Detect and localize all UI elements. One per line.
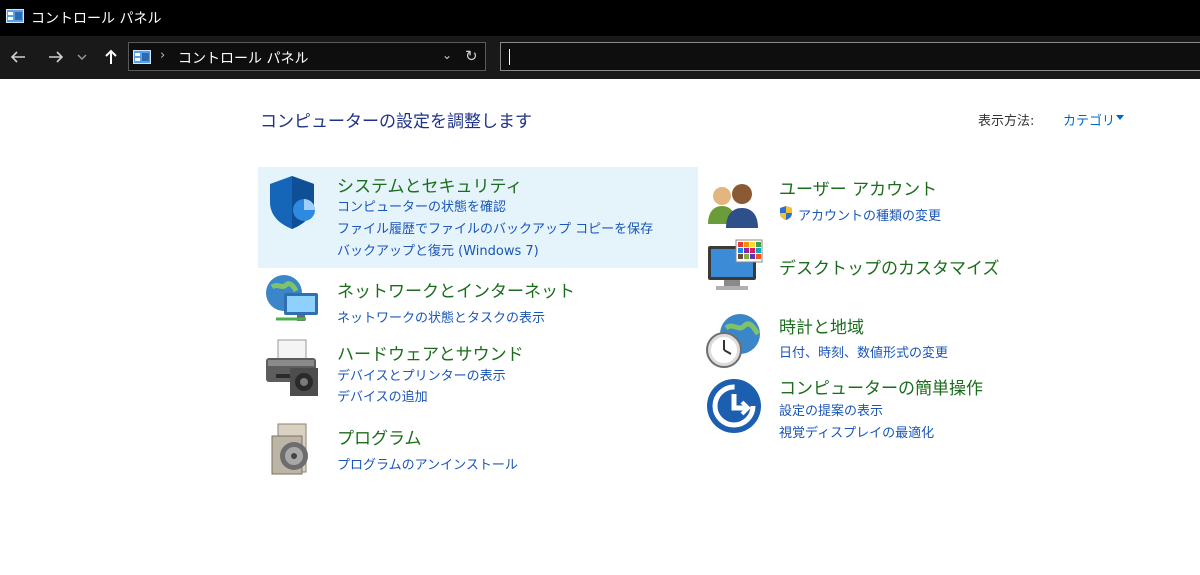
link-backup-restore[interactable]: バックアップと復元 (Windows 7)	[337, 240, 539, 259]
back-arrow-icon[interactable]	[6, 45, 30, 69]
monitor-palette-icon[interactable]	[704, 238, 764, 298]
link-settings-suggestions[interactable]: 設定の提案の表示	[779, 400, 883, 419]
forward-arrow-icon[interactable]	[44, 45, 68, 69]
link-change-date-format[interactable]: 日付、時刻、数値形式の変更	[779, 342, 948, 361]
view-by-dropdown[interactable]: カテゴリ	[1063, 110, 1115, 129]
link-check-status[interactable]: コンピューターの状態を確認	[337, 196, 506, 215]
programs-disc-icon[interactable]	[264, 420, 324, 480]
control-panel-icon	[6, 9, 24, 23]
category-programs[interactable]: プログラム	[337, 424, 422, 449]
category-user-accounts[interactable]: ユーザー アカウント	[779, 175, 937, 200]
page-title: コンピューターの設定を調整します	[260, 112, 532, 132]
search-input[interactable]	[500, 42, 1200, 71]
navigation-bar: › コントロール パネル › ⌄ ↻	[0, 36, 1200, 79]
printer-icon[interactable]	[262, 338, 322, 398]
network-globe-icon[interactable]	[262, 271, 322, 331]
category-system-security[interactable]: システムとセキュリティ	[337, 172, 522, 197]
category-network-internet[interactable]: ネットワークとインターネット	[337, 277, 575, 302]
breadcrumb-separator[interactable]: ›	[297, 48, 302, 63]
address-bar[interactable]: › コントロール パネル › ⌄ ↻	[128, 42, 486, 71]
control-panel-icon	[133, 50, 151, 64]
users-icon[interactable]	[704, 176, 764, 236]
recent-locations-chevron-icon[interactable]	[74, 45, 90, 69]
category-clock-region[interactable]: 時計と地域	[779, 313, 864, 338]
view-by-caret-icon[interactable]	[1116, 115, 1124, 120]
ease-of-access-icon[interactable]	[704, 376, 764, 436]
refresh-icon[interactable]: ↻	[465, 47, 478, 65]
view-by-label: 表示方法:	[978, 114, 1035, 129]
breadcrumb-control-panel[interactable]: コントロール パネル	[178, 48, 308, 68]
text-caret	[509, 49, 510, 65]
clock-globe-icon[interactable]	[704, 310, 764, 370]
category-personalization[interactable]: デスクトップのカスタマイズ	[779, 254, 1000, 279]
category-hardware-sound[interactable]: ハードウェアとサウンド	[337, 340, 524, 365]
category-ease-of-access[interactable]: コンピューターの簡単操作	[779, 374, 983, 399]
link-optimize-display[interactable]: 視覚ディスプレイの最適化	[779, 422, 934, 441]
link-network-status[interactable]: ネットワークの状態とタスクの表示	[337, 307, 545, 326]
address-dropdown-icon[interactable]: ⌄	[442, 48, 452, 62]
title-bar: コントロール パネル	[0, 0, 1200, 36]
breadcrumb-separator[interactable]: ›	[160, 48, 165, 63]
link-change-account-type[interactable]: アカウントの種類の変更	[798, 205, 941, 224]
link-uninstall-program[interactable]: プログラムのアンインストール	[337, 454, 518, 473]
shield-icon[interactable]	[262, 172, 322, 232]
link-devices-printers[interactable]: デバイスとプリンターの表示	[337, 365, 506, 384]
up-arrow-icon[interactable]	[99, 45, 123, 69]
window-title: コントロール パネル	[31, 11, 162, 27]
link-file-history[interactable]: ファイル履歴でファイルのバックアップ コピーを保存	[337, 218, 653, 237]
uac-shield-icon	[780, 206, 792, 220]
link-add-device[interactable]: デバイスの追加	[337, 386, 428, 405]
